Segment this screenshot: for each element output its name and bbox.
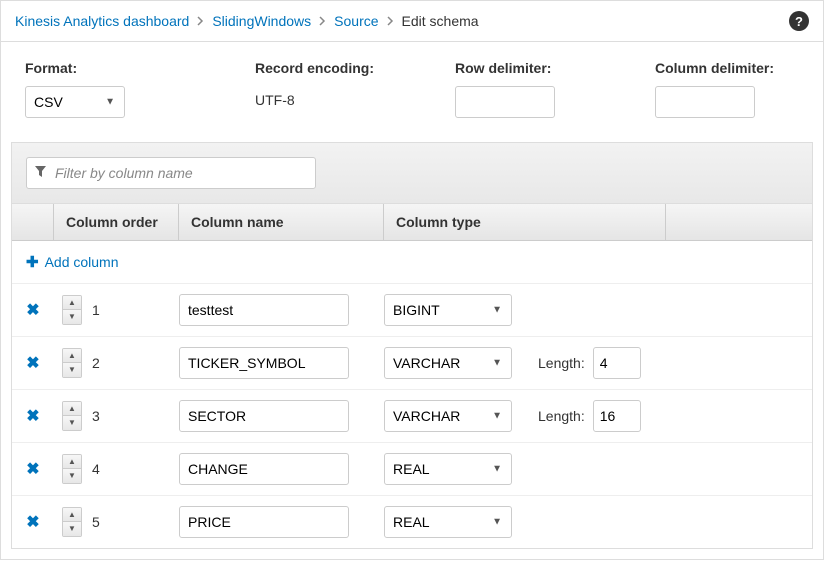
- table-row: ✖ ▲▼ 1 BIGINT ▼: [12, 283, 812, 336]
- header-column-name: Column name: [179, 204, 384, 240]
- stepper-up-button[interactable]: ▲: [63, 296, 81, 310]
- stepper-down-button[interactable]: ▼: [63, 363, 81, 377]
- format-label: Format:: [25, 60, 235, 76]
- table-row: ✖ ▲▼ 3 VARCHAR ▼ Length:: [12, 389, 812, 442]
- order-value: 5: [92, 514, 100, 530]
- row-delimiter-label: Row delimiter:: [455, 60, 635, 76]
- breadcrumb-current: Edit schema: [402, 13, 479, 29]
- delete-row-button[interactable]: ✖: [12, 406, 54, 426]
- length-label: Length:: [538, 408, 585, 424]
- length-input[interactable]: [593, 347, 641, 379]
- format-select[interactable]: CSV: [25, 86, 125, 118]
- plus-icon: ✚: [26, 253, 39, 271]
- column-delimiter-label: Column delimiter:: [655, 60, 815, 76]
- table-row: ✖ ▲▼ 5 REAL ▼: [12, 495, 812, 548]
- chevron-right-icon: [387, 16, 394, 26]
- order-stepper: ▲▼: [62, 507, 82, 537]
- chevron-right-icon: [197, 16, 204, 26]
- table-row: ✖ ▲▼ 2 VARCHAR ▼ Length:: [12, 336, 812, 389]
- header-column-order: Column order: [54, 204, 179, 240]
- column-order-cell: ▲▼ 3: [54, 401, 179, 431]
- breadcrumb-link-dashboard[interactable]: Kinesis Analytics dashboard: [15, 13, 189, 29]
- table-header: Column order Column name Column type: [12, 204, 812, 241]
- header-column-type: Column type: [384, 204, 666, 240]
- length-label: Length:: [538, 355, 585, 371]
- stepper-down-button[interactable]: ▼: [63, 310, 81, 324]
- chevron-right-icon: [319, 16, 326, 26]
- stepper-up-button[interactable]: ▲: [63, 508, 81, 522]
- order-stepper: ▲▼: [62, 401, 82, 431]
- length-input[interactable]: [593, 400, 641, 432]
- column-order-cell: ▲▼ 5: [54, 507, 179, 537]
- config-row: Format: CSV ▼ Record encoding: UTF-8 Row…: [1, 42, 823, 142]
- table-row: ✖ ▲▼ 4 REAL ▼: [12, 442, 812, 495]
- column-name-input[interactable]: [179, 506, 349, 538]
- column-type-select[interactable]: VARCHAR: [384, 347, 512, 379]
- delete-row-button[interactable]: ✖: [12, 459, 54, 479]
- help-icon[interactable]: ?: [789, 11, 809, 31]
- stepper-down-button[interactable]: ▼: [63, 416, 81, 430]
- stepper-up-button[interactable]: ▲: [63, 349, 81, 363]
- column-name-input[interactable]: [179, 400, 349, 432]
- column-type-select[interactable]: REAL: [384, 453, 512, 485]
- encoding-label: Record encoding:: [255, 60, 435, 76]
- row-delimiter-input[interactable]: [455, 86, 555, 118]
- order-value: 4: [92, 461, 100, 477]
- encoding-value: UTF-8: [255, 86, 295, 108]
- order-stepper: ▲▼: [62, 295, 82, 325]
- breadcrumb-link-source[interactable]: Source: [334, 13, 378, 29]
- column-type-select[interactable]: BIGINT: [384, 294, 512, 326]
- column-order-cell: ▲▼ 4: [54, 454, 179, 484]
- column-order-cell: ▲▼ 1: [54, 295, 179, 325]
- order-value: 1: [92, 302, 100, 318]
- stepper-down-button[interactable]: ▼: [63, 469, 81, 483]
- delete-row-button[interactable]: ✖: [12, 300, 54, 320]
- stepper-down-button[interactable]: ▼: [63, 522, 81, 536]
- stepper-up-button[interactable]: ▲: [63, 455, 81, 469]
- stepper-up-button[interactable]: ▲: [63, 402, 81, 416]
- breadcrumb: Kinesis Analytics dashboard SlidingWindo…: [1, 1, 823, 41]
- column-order-cell: ▲▼ 2: [54, 348, 179, 378]
- delete-row-button[interactable]: ✖: [12, 353, 54, 373]
- column-type-select[interactable]: VARCHAR: [384, 400, 512, 432]
- order-stepper: ▲▼: [62, 348, 82, 378]
- order-stepper: ▲▼: [62, 454, 82, 484]
- columns-table: Column order Column name Column type ✚ A…: [11, 142, 813, 549]
- column-type-select[interactable]: REAL: [384, 506, 512, 538]
- add-column-label: Add column: [45, 254, 119, 270]
- order-value: 3: [92, 408, 100, 424]
- column-name-input[interactable]: [179, 453, 349, 485]
- column-delimiter-input[interactable]: [655, 86, 755, 118]
- filter-icon: [34, 165, 47, 181]
- column-name-input[interactable]: [179, 347, 349, 379]
- add-column-button[interactable]: ✚ Add column: [12, 241, 812, 283]
- breadcrumb-link-app[interactable]: SlidingWindows: [212, 13, 311, 29]
- order-value: 2: [92, 355, 100, 371]
- column-name-input[interactable]: [179, 294, 349, 326]
- delete-row-button[interactable]: ✖: [12, 512, 54, 532]
- filter-input[interactable]: [26, 157, 316, 189]
